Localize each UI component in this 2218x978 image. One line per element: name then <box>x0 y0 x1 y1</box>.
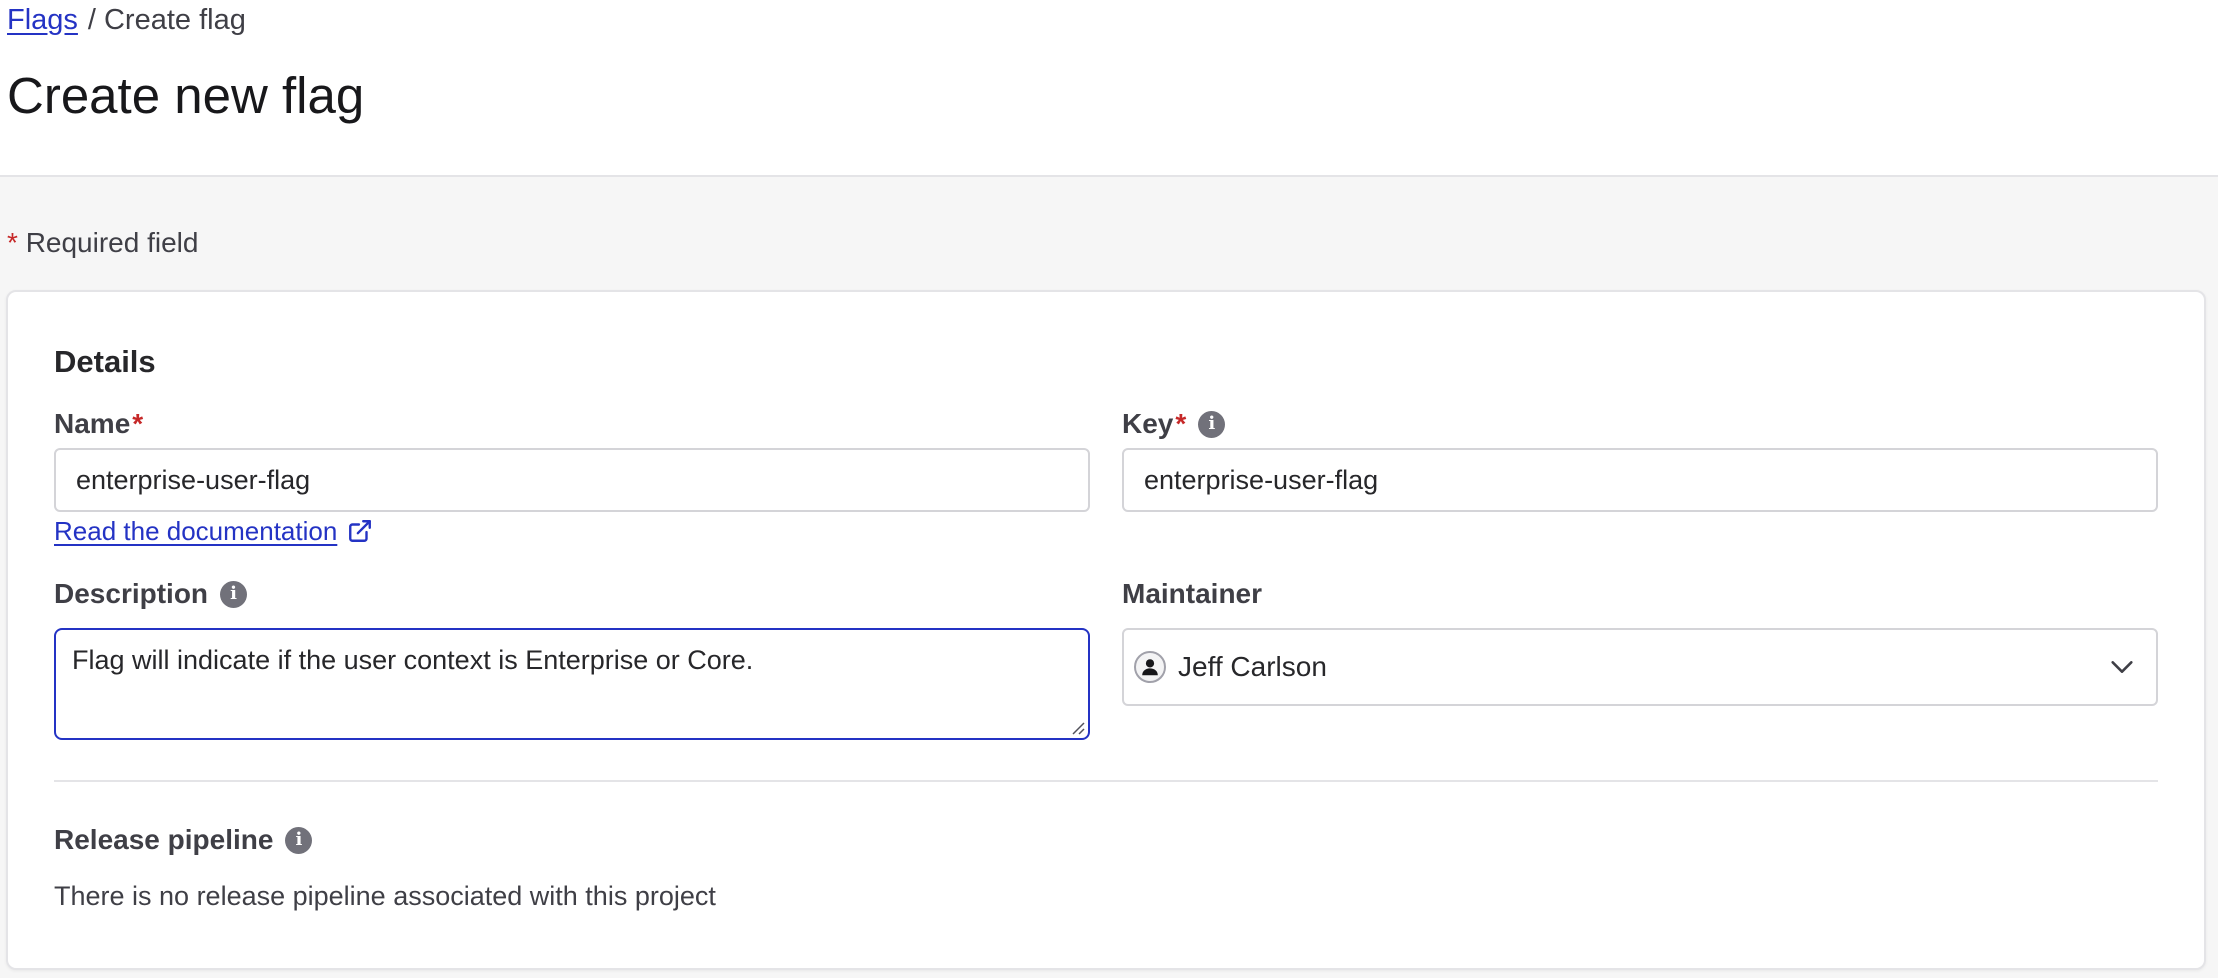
read-documentation-text: Read the documentation <box>54 516 338 546</box>
maintainer-select[interactable]: Jeff Carlson <box>1122 628 2158 706</box>
release-pipeline-label: Release pipeline i <box>54 822 313 858</box>
details-card: Details Name * enterprise-user-flag Read … <box>6 290 2206 970</box>
description-textarea[interactable]: Flag will indicate if the user context i… <box>54 628 1090 740</box>
user-avatar-icon <box>1134 651 1166 683</box>
breadcrumb: Flags / Create flag <box>7 2 246 38</box>
name-label-text: Name <box>54 408 131 439</box>
page-title: Create new flag <box>7 67 365 124</box>
name-input-value: enterprise-user-flag <box>76 465 311 495</box>
external-link-icon <box>349 520 372 542</box>
key-label: Key * i <box>1122 406 1226 442</box>
maintainer-label: Maintainer <box>1122 576 1262 612</box>
maintainer-label-text: Maintainer <box>1122 578 1263 609</box>
required-field-text: Required field <box>25 227 199 258</box>
key-input-value: enterprise-user-flag <box>1144 465 1379 495</box>
description-textarea-value: Flag will indicate if the user context i… <box>72 645 754 675</box>
description-label: Description i <box>54 576 248 612</box>
breadcrumb-current: Create flag <box>103 4 246 36</box>
section-divider <box>54 780 2158 782</box>
breadcrumb-flags-link[interactable]: Flags <box>7 4 78 36</box>
key-label-text: Key <box>1122 408 1174 439</box>
key-required-asterisk: * <box>1175 408 1187 439</box>
resize-handle-icon[interactable] <box>1070 720 1086 736</box>
description-label-text: Description <box>54 578 209 609</box>
chevron-down-icon <box>2111 661 2133 673</box>
maintainer-value: Jeff Carlson <box>1178 651 1327 682</box>
release-pipeline-text: There is no release pipeline associated … <box>54 881 716 911</box>
required-asterisk: * <box>7 227 18 258</box>
release-pipeline-info-icon[interactable]: i <box>285 826 313 854</box>
required-field-note: * Required field <box>7 224 198 262</box>
name-label: Name * <box>54 406 143 442</box>
breadcrumb-separator: / <box>87 4 96 36</box>
name-input[interactable]: enterprise-user-flag <box>54 448 1090 512</box>
name-required-asterisk: * <box>132 408 144 439</box>
description-info-icon[interactable]: i <box>220 580 248 608</box>
details-section-title: Details <box>54 344 156 379</box>
key-input[interactable]: enterprise-user-flag <box>1122 448 2158 512</box>
key-info-icon[interactable]: i <box>1198 410 1226 438</box>
release-pipeline-label-text: Release pipeline <box>54 824 274 855</box>
read-documentation-link[interactable]: Read the documentation <box>54 514 373 548</box>
page-header: Flags / Create flag Create new flag <box>0 0 2218 177</box>
